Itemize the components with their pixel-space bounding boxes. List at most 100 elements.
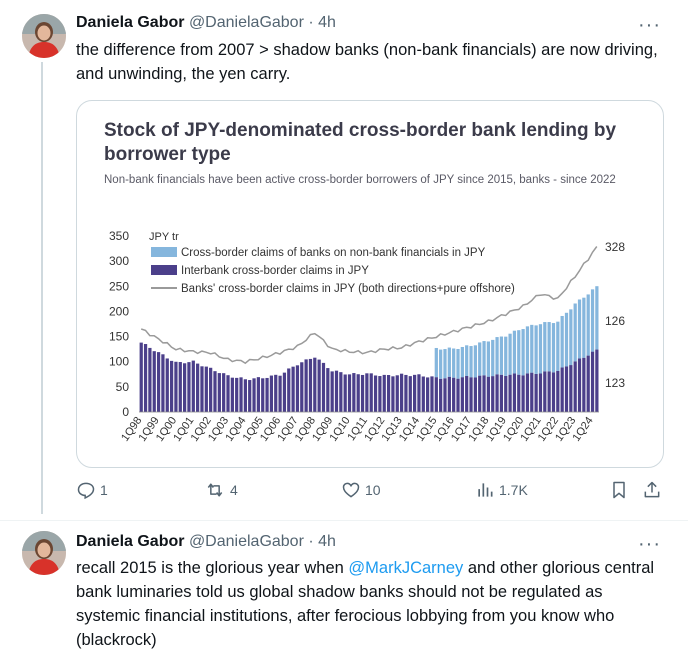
interbank-bar: [499, 374, 504, 412]
interbank-bar: [317, 359, 321, 412]
more-options-icon[interactable]: ···: [638, 533, 661, 556]
tweet-actions: 1 4 10 1.7K: [0, 480, 688, 506]
y-tick-label: 200: [109, 304, 129, 318]
interbank-bar: [551, 372, 556, 412]
interbank-bar: [321, 362, 326, 412]
interbank-bar: [586, 355, 590, 412]
nonbank-bar: [460, 346, 464, 378]
tweet-1[interactable]: Daniela Gabor @DanielaGabor · 4h ··· the…: [0, 0, 688, 520]
end-label-total: 328: [605, 240, 625, 254]
interbank-bar: [343, 374, 347, 412]
retweet-button[interactable]: 4: [204, 480, 238, 500]
nonbank-bar: [517, 330, 521, 375]
interbank-bar: [508, 374, 512, 412]
retweet-count: 4: [230, 482, 238, 498]
interbank-bar: [235, 377, 239, 412]
interbank-bar: [330, 371, 334, 412]
timestamp[interactable]: 4h: [318, 533, 336, 550]
tweet-text-part: recall 2015 is the glorious year when: [76, 559, 349, 577]
interbank-bar: [521, 375, 525, 412]
mention-link[interactable]: @MarkJCarney: [348, 559, 463, 577]
interbank-bar: [382, 374, 386, 412]
interbank-bar: [412, 374, 417, 412]
author-name[interactable]: Daniela Gabor: [76, 533, 184, 550]
nonbank-bar: [586, 294, 590, 356]
interbank-bar: [261, 378, 265, 412]
like-count: 10: [365, 482, 381, 498]
y-tick-label: 50: [116, 380, 130, 394]
reply-count: 1: [100, 482, 108, 498]
interbank-bar: [538, 373, 543, 412]
nonbank-bar: [534, 325, 538, 374]
interbank-bar: [191, 360, 195, 412]
interbank-bar: [230, 377, 234, 412]
interbank-bar: [347, 374, 352, 412]
interbank-bar: [269, 375, 274, 412]
interbank-bar: [178, 362, 182, 412]
interbank-bar: [252, 378, 256, 412]
y-tick-label: 100: [109, 355, 129, 369]
interbank-bar: [434, 377, 438, 412]
author-handle[interactable]: @DanielaGabor: [189, 533, 304, 550]
interbank-bar: [408, 376, 412, 412]
interbank-bar: [469, 377, 473, 412]
nonbank-bar: [590, 289, 595, 352]
interbank-bar: [356, 374, 360, 412]
y-axis-unit: JPY tr: [149, 231, 179, 243]
interbank-bar: [209, 367, 213, 412]
avatar-image: [22, 14, 66, 58]
y-tick-label: 250: [109, 279, 129, 293]
interbank-bar: [360, 374, 365, 412]
attached-chart-image[interactable]: Stock of JPY-denominated cross-border ba…: [76, 100, 664, 468]
nonbank-bar: [499, 336, 504, 375]
author-name[interactable]: Daniela Gabor: [76, 14, 184, 31]
tweet-2[interactable]: Daniela Gabor @DanielaGabor · 4h ··· rec…: [0, 521, 688, 666]
separator-dot: ·: [308, 14, 314, 31]
bookmark-button[interactable]: [609, 480, 629, 500]
interbank-bar: [274, 374, 278, 412]
interbank-bar: [200, 366, 204, 412]
interbank-bar: [404, 374, 408, 412]
interbank-bar: [174, 361, 178, 412]
nonbank-bar: [447, 347, 451, 377]
interbank-bar: [534, 373, 538, 412]
y-tick-label: 150: [109, 330, 129, 344]
interbank-bar: [217, 373, 221, 412]
interbank-bar: [447, 376, 451, 412]
interbank-bar: [278, 375, 282, 412]
interbank-bar: [495, 374, 499, 412]
interbank-bar: [300, 362, 304, 412]
avatar[interactable]: [22, 531, 66, 575]
interbank-bar: [226, 375, 230, 412]
interbank-bar: [313, 357, 317, 412]
author-handle[interactable]: @DanielaGabor: [189, 14, 304, 31]
legend-label: Interbank cross-border claims in JPY: [181, 265, 369, 277]
nonbank-bar: [512, 330, 517, 374]
share-button[interactable]: [642, 480, 662, 500]
tweet-text: recall 2015 is the glorious year when @M…: [76, 556, 666, 652]
interbank-bar: [482, 375, 486, 412]
nonbank-bar: [486, 341, 491, 377]
like-button[interactable]: 10: [341, 480, 381, 500]
reply-button[interactable]: 1: [76, 480, 108, 500]
interbank-bar: [421, 376, 425, 412]
interbank-bar: [543, 371, 547, 412]
interbank-bar: [152, 351, 156, 412]
interbank-bar: [417, 374, 421, 412]
more-options-icon[interactable]: ···: [638, 14, 661, 37]
timestamp[interactable]: 4h: [318, 14, 336, 31]
interbank-bar: [386, 375, 391, 412]
interbank-bar: [439, 378, 443, 412]
avatar[interactable]: [22, 14, 66, 58]
end-label-interbank: 123: [605, 376, 625, 390]
interbank-bar: [512, 373, 517, 412]
views-button[interactable]: 1.7K: [475, 480, 528, 500]
view-count: 1.7K: [499, 482, 528, 498]
interbank-bar: [456, 378, 460, 412]
nonbank-bar: [543, 322, 547, 372]
interbank-bar: [399, 373, 404, 412]
interbank-bar: [326, 368, 330, 412]
interbank-bar: [161, 354, 165, 412]
interbank-bar: [530, 372, 534, 412]
separator-dot: ·: [308, 533, 314, 550]
